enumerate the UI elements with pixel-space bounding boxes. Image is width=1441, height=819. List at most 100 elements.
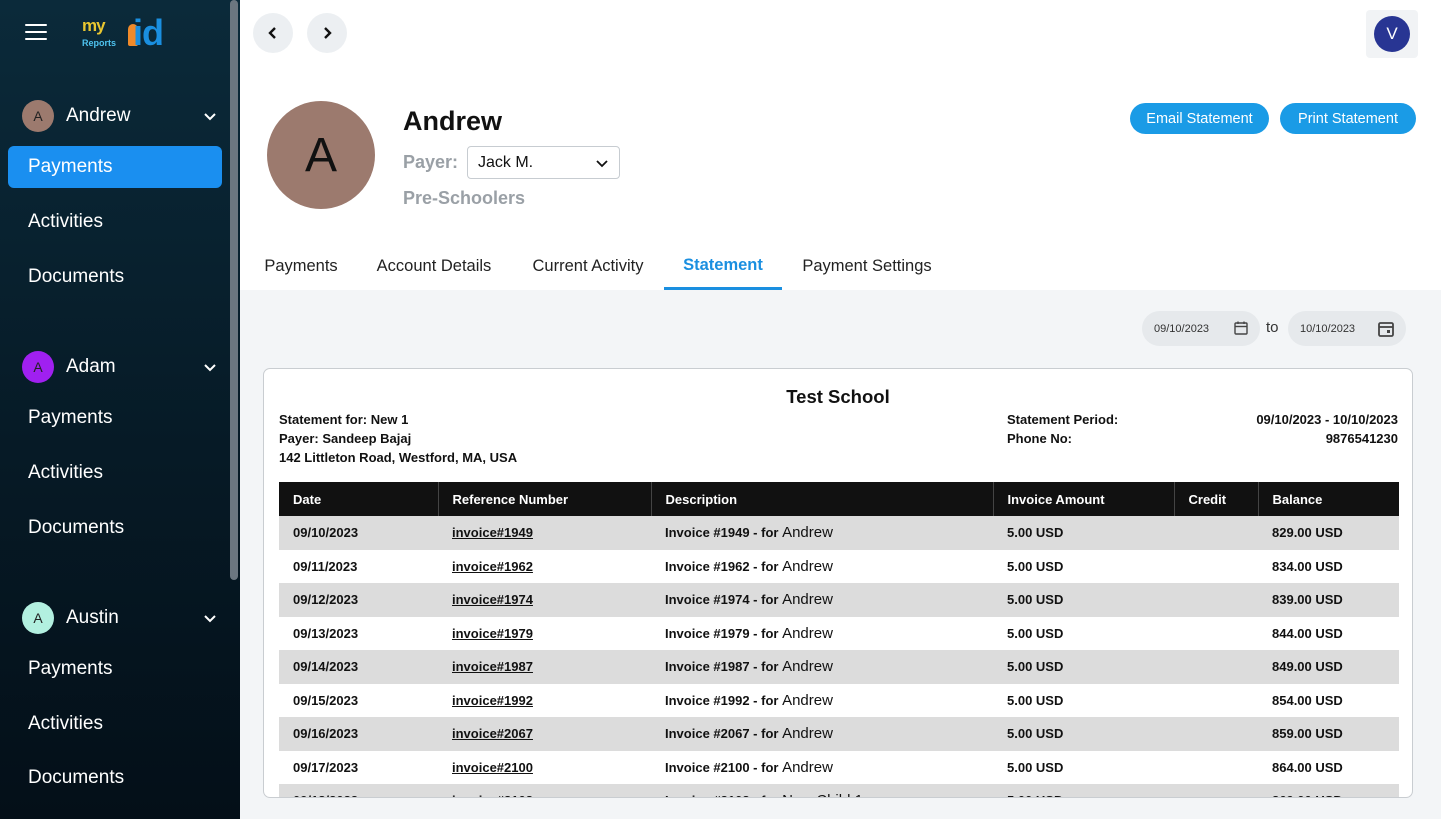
calendar-icon[interactable]: [1233, 320, 1249, 336]
invoice-link[interactable]: invoice#1987: [452, 659, 533, 674]
row-date: 09/15/2023: [293, 692, 359, 708]
row-amount: 5.00 USD: [993, 650, 1174, 684]
row-date: 09/16/2023: [279, 717, 438, 751]
row-reference: invoice#2108: [438, 784, 651, 797]
row-amount: 5.00 USD: [1007, 692, 1064, 708]
row-amount: 5.00 USD: [1007, 625, 1064, 641]
row-description-child: Andrew: [782, 524, 833, 542]
tab-account-details[interactable]: Account Details: [368, 243, 500, 290]
statement-payer: Payer: Sandeep Bajaj: [279, 431, 412, 446]
row-credit: [1174, 583, 1258, 617]
sidebar-item-documents[interactable]: Documents: [8, 507, 222, 549]
row-credit: [1174, 617, 1258, 651]
chevron-down-icon[interactable]: [202, 610, 218, 626]
chevron-down-icon: [596, 159, 608, 167]
sidebar-item-documents[interactable]: Documents: [8, 757, 222, 799]
app-logo[interactable]: my Reports id: [80, 12, 180, 54]
invoice-link[interactable]: invoice#1974: [452, 592, 533, 607]
tab-statement[interactable]: Statement: [664, 243, 782, 290]
row-date: 09/10/2023: [279, 516, 438, 550]
row-balance: 849.00 USD: [1258, 650, 1399, 684]
invoice-link[interactable]: invoice#2108: [452, 793, 533, 797]
phone-value: 9876541230: [1325, 431, 1398, 446]
menu-icon[interactable]: [25, 24, 47, 42]
row-balance: 829.00 USD: [1258, 516, 1399, 550]
column-header-balance[interactable]: Balance: [1257, 482, 1399, 516]
back-button[interactable]: [253, 13, 293, 53]
column-header-invoice-amount[interactable]: Invoice Amount: [992, 482, 1174, 516]
sidebar-item-payments[interactable]: Payments: [8, 648, 222, 690]
row-description: Invoice #2067 - for Andrew: [651, 717, 993, 751]
child-andrew[interactable]: A Andrew: [22, 99, 218, 133]
tab-current-activity[interactable]: Current Activity: [524, 243, 652, 290]
chevron-down-icon[interactable]: [202, 108, 218, 124]
payer-select[interactable]: Jack M.: [467, 146, 620, 179]
row-credit: [1174, 550, 1258, 584]
invoice-link[interactable]: invoice#1992: [452, 693, 533, 708]
row-amount: 5.00 USD: [1007, 558, 1064, 574]
invoice-link[interactable]: invoice#2067: [452, 726, 533, 741]
row-balance: 854.00 USD: [1272, 692, 1343, 708]
row-reference: invoice#1979: [438, 617, 651, 651]
child-austin[interactable]: A Austin: [22, 601, 218, 635]
invoice-link[interactable]: invoice#2100: [452, 760, 533, 775]
sidebar-item-activities[interactable]: Activities: [8, 703, 222, 745]
sidebar-item-activities[interactable]: Activities: [8, 452, 222, 494]
tab-payment-settings[interactable]: Payment Settings: [796, 243, 938, 290]
date-to-input[interactable]: 10/10/2023: [1288, 311, 1406, 346]
column-header-credit[interactable]: Credit: [1173, 482, 1258, 516]
row-description: Invoice #1992 - for Andrew: [651, 684, 993, 718]
email-statement-button[interactable]: Email Statement: [1130, 103, 1269, 134]
date-from-input[interactable]: 09/10/2023: [1142, 311, 1260, 346]
sidebar-item-documents[interactable]: Documents: [8, 256, 222, 298]
table-row: 09/12/2023 invoice#1974 Invoice #1974 - fo…: [279, 583, 1399, 617]
sidebar-item-activities[interactable]: Activities: [8, 201, 222, 243]
calendar-icon[interactable]: [1377, 320, 1395, 338]
row-description: Invoice #1949 - for Andrew: [651, 516, 993, 550]
sidebar-item-payments[interactable]: Payments: [8, 146, 222, 188]
column-header-reference[interactable]: Reference Number: [437, 482, 651, 516]
chevron-down-icon[interactable]: [202, 359, 218, 375]
statement-address: 142 Littleton Road, Westford, MA, USA: [279, 450, 518, 465]
row-description-text: Invoice #1979 - for: [665, 625, 779, 641]
chevron-left-icon: [268, 27, 276, 39]
sidebar-scrollbar[interactable]: [230, 0, 238, 580]
statement-card: Test School Statement for: New 1 Payer: …: [263, 368, 1413, 798]
row-description-text: Invoice #1962 - for: [665, 558, 779, 574]
table-row: 09/15/2023 invoice#1992 Invoice #1992 - fo…: [279, 684, 1399, 718]
print-statement-button[interactable]: Print Statement: [1280, 103, 1416, 134]
row-description-child: Andrew: [782, 758, 833, 776]
row-description-text: Invoice #1992 - for: [665, 692, 779, 708]
column-header-description[interactable]: Description: [650, 482, 993, 516]
tab-payments[interactable]: Payments: [254, 243, 348, 290]
invoice-link[interactable]: invoice#1962: [452, 559, 533, 574]
row-description-text: Invoice #2108 - for: [665, 793, 778, 797]
statement-rows: 09/10/2023 invoice#1949 Invoice #1949 - fo…: [279, 516, 1399, 797]
row-description-child: Andrew: [782, 624, 833, 642]
logo-reports: Reports: [82, 38, 117, 48]
row-description-child: Andrew: [782, 658, 833, 676]
user-menu[interactable]: V: [1366, 10, 1418, 58]
row-amount: 5.00 USD: [993, 583, 1174, 617]
table-row: 09/11/2023 invoice#1962 Invoice #1962 - fo…: [279, 550, 1399, 584]
logo-kid: id: [124, 12, 164, 54]
child-adam[interactable]: A Adam: [22, 350, 218, 384]
sidebar-item-payments[interactable]: Payments: [8, 397, 222, 439]
row-amount: 5.00 USD: [993, 516, 1174, 550]
group-name: Pre-Schoolers: [403, 188, 526, 208]
statement-table: Date Reference Number Description Invoic…: [279, 482, 1399, 797]
user-avatar[interactable]: V: [1374, 16, 1410, 52]
row-description-child: Andrew: [782, 691, 833, 709]
statement-period-label: Statement Period:: [1007, 412, 1119, 427]
forward-button[interactable]: [307, 13, 347, 53]
row-description-text: Invoice #2100 - for: [665, 759, 779, 775]
invoice-link[interactable]: invoice#1949: [452, 525, 533, 540]
child-avatar: A: [267, 101, 375, 209]
row-balance: 859.00 USD: [1258, 717, 1399, 751]
app-root: my Reports id A Andrew Payments Activiti…: [0, 0, 1441, 819]
column-header-date[interactable]: Date: [279, 482, 438, 516]
logo-kid-text: id: [133, 12, 164, 53]
tab-bar: Payments Account Details Current Activit…: [240, 243, 1441, 290]
invoice-link[interactable]: invoice#1979: [452, 626, 533, 641]
date-range-to-label: to: [1266, 319, 1279, 336]
